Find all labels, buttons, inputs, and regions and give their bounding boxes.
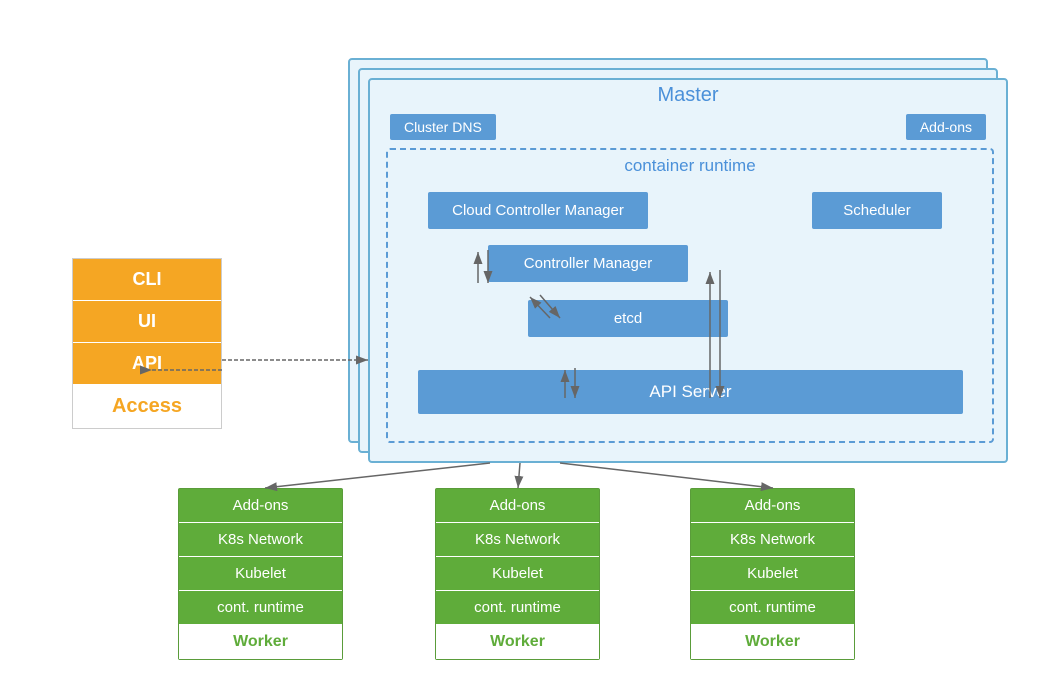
api-server-button: API Server (418, 370, 963, 414)
worker1-addons: Add-ons (179, 489, 342, 523)
access-label: Access (73, 385, 221, 428)
scheduler-button: Scheduler (812, 192, 942, 229)
worker-node-2: Add-ons K8s Network Kubelet cont. runtim… (435, 488, 600, 660)
cluster-dns-button: Cluster DNS (390, 114, 496, 140)
worker3-network: K8s Network (691, 523, 854, 557)
api-row: API (73, 343, 221, 385)
controller-manager-button: Controller Manager (488, 245, 688, 282)
worker3-kubelet: Kubelet (691, 557, 854, 591)
worker1-runtime: cont. runtime (179, 591, 342, 625)
master-panel: Master Cluster DNS Add-ons container run… (368, 78, 1008, 463)
cloud-controller-manager-button: Cloud Controller Manager (428, 192, 648, 229)
ui-row: UI (73, 301, 221, 343)
container-runtime-box: container runtime Cloud Controller Manag… (386, 148, 994, 443)
worker2-label: Worker (436, 625, 599, 659)
access-box: CLI UI API Access (72, 258, 222, 429)
worker-node-3: Add-ons K8s Network Kubelet cont. runtim… (690, 488, 855, 660)
addons-top-button: Add-ons (906, 114, 986, 140)
worker3-addons: Add-ons (691, 489, 854, 523)
worker2-kubelet: Kubelet (436, 557, 599, 591)
worker2-network: K8s Network (436, 523, 599, 557)
worker1-network: K8s Network (179, 523, 342, 557)
master-title: Master (657, 84, 718, 107)
worker1-label: Worker (179, 625, 342, 659)
cli-row: CLI (73, 259, 221, 301)
worker-node-1: Add-ons K8s Network Kubelet cont. runtim… (178, 488, 343, 660)
worker1-kubelet: Kubelet (179, 557, 342, 591)
diagram-container: CLI UI API Access Master Cluster DNS Add… (0, 0, 1040, 690)
container-runtime-label: container runtime (624, 156, 755, 176)
worker3-runtime: cont. runtime (691, 591, 854, 625)
worker2-addons: Add-ons (436, 489, 599, 523)
worker3-label: Worker (691, 625, 854, 659)
worker2-runtime: cont. runtime (436, 591, 599, 625)
etcd-button: etcd (528, 300, 728, 337)
